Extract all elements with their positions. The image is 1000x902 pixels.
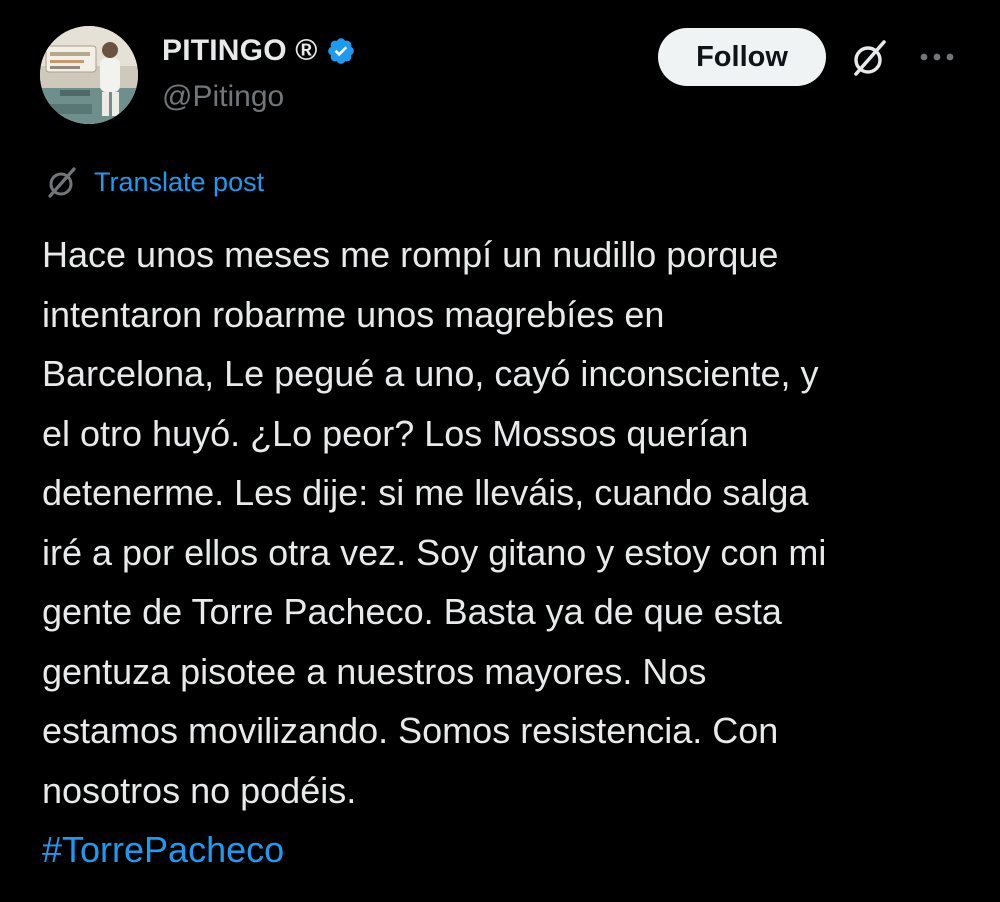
avatar-image (40, 26, 138, 124)
author-name-row[interactable]: PITINGO ® (162, 30, 356, 72)
post-text: Hace unos meses me rompí un nudillo porq… (42, 225, 972, 880)
more-horizontal-icon[interactable] (916, 44, 958, 70)
post-text-line: intentaron robarme unos magrebíes en (42, 293, 665, 335)
translate-post-link[interactable]: Translate post (94, 167, 264, 198)
post-text-line: iré a por ellos otra vez. Soy gitano y e… (42, 531, 827, 573)
post-card: PITINGO ® @Pitingo Follow Translate post… (0, 0, 1000, 902)
post-text-line: detenerme. Les dije: si me lleváis, cuan… (42, 472, 809, 513)
post-text-line: gentuza pisotee a nuestros mayores. Nos (42, 650, 707, 692)
post-text-line: estamos movilizando. Somos resistencia. … (42, 710, 779, 751)
avatar[interactable] (40, 26, 138, 124)
verified-badge-icon[interactable] (326, 36, 356, 66)
translate-row[interactable]: Translate post (44, 162, 264, 202)
post-text-line: Hace unos meses me rompí un nudillo porq… (42, 234, 779, 275)
post-text-line: nosotros no podéis. (42, 769, 357, 811)
follow-button[interactable]: Follow (658, 28, 826, 86)
author-display-name[interactable]: PITINGO ® (162, 34, 318, 68)
post-text-line: el otro huyó. ¿Lo peor? Los Mossos querí… (42, 412, 749, 454)
post-text-line: gente de Torre Pacheco. Basta ya de que … (42, 591, 782, 632)
grok-icon[interactable] (848, 36, 892, 80)
hashtag-link[interactable]: #TorrePacheco (42, 820, 972, 880)
post-text-line: Barcelona, Le pegué a uno, cayó inconsci… (42, 353, 819, 394)
grok-translate-icon (44, 164, 80, 200)
author-handle[interactable]: @Pitingo (162, 80, 284, 114)
